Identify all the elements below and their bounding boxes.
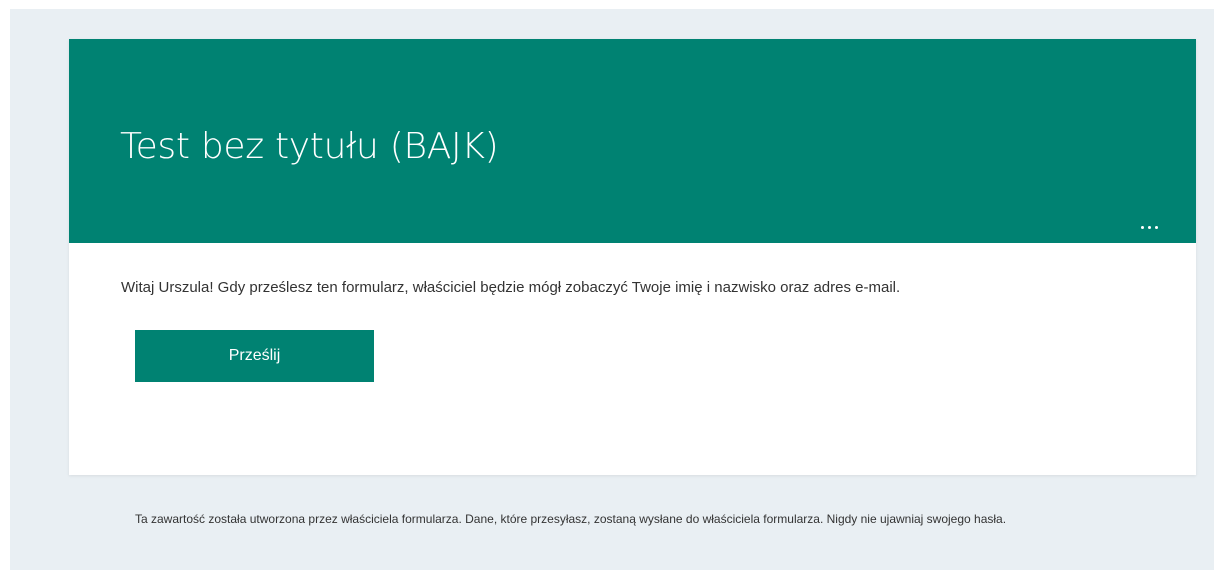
submit-button[interactable]: Prześlij xyxy=(135,330,374,382)
footer-disclaimer: Ta zawartość została utworzona przez wła… xyxy=(135,512,1007,526)
ellipsis-icon xyxy=(1154,225,1158,229)
ellipsis-icon xyxy=(1147,225,1151,229)
header-banner: Test bez tytułu (BAJK) xyxy=(69,39,1196,243)
form-card: Test bez tytułu (BAJK) Witaj Urszula! Gd… xyxy=(69,39,1196,475)
ellipsis-icon xyxy=(1140,225,1144,229)
welcome-message: Witaj Urszula! Gdy prześlesz ten formula… xyxy=(121,279,901,296)
more-options-button[interactable] xyxy=(1132,217,1166,237)
form-title: Test bez tytułu (BAJK) xyxy=(120,126,499,167)
